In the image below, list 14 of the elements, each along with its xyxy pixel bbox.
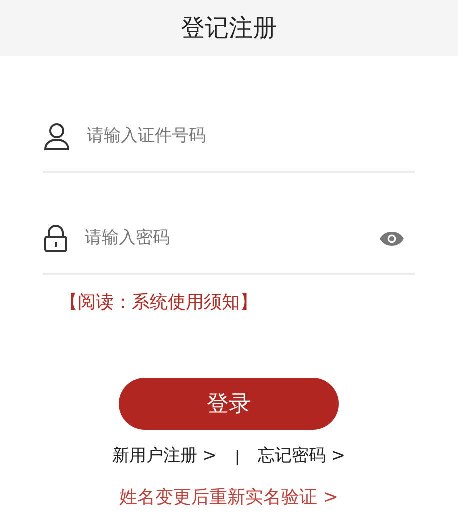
forgot-password-link[interactable]: 忘记密码 > [258,444,346,470]
register-link[interactable]: 新用户注册 > [112,444,217,470]
text-input[interactable]: 请输入密码 [85,226,362,252]
page-title: 登记注册 [181,13,277,44]
user-icon [44,123,70,151]
login-button[interactable]: 登录 [119,378,339,430]
input-field[interactable]: 请输入密码 [43,205,415,275]
lock-icon [44,225,68,253]
verify-link[interactable]: 姓名变更后重新实名验证 > [120,484,338,510]
text-input[interactable]: 请输入证件号码 [87,124,405,150]
notice-link[interactable]: 【阅读：系统使用须知】 [60,292,258,313]
eye-icon[interactable] [379,231,405,247]
input-field[interactable]: 请输入证件号码 [43,103,415,173]
separator: | [234,446,240,468]
